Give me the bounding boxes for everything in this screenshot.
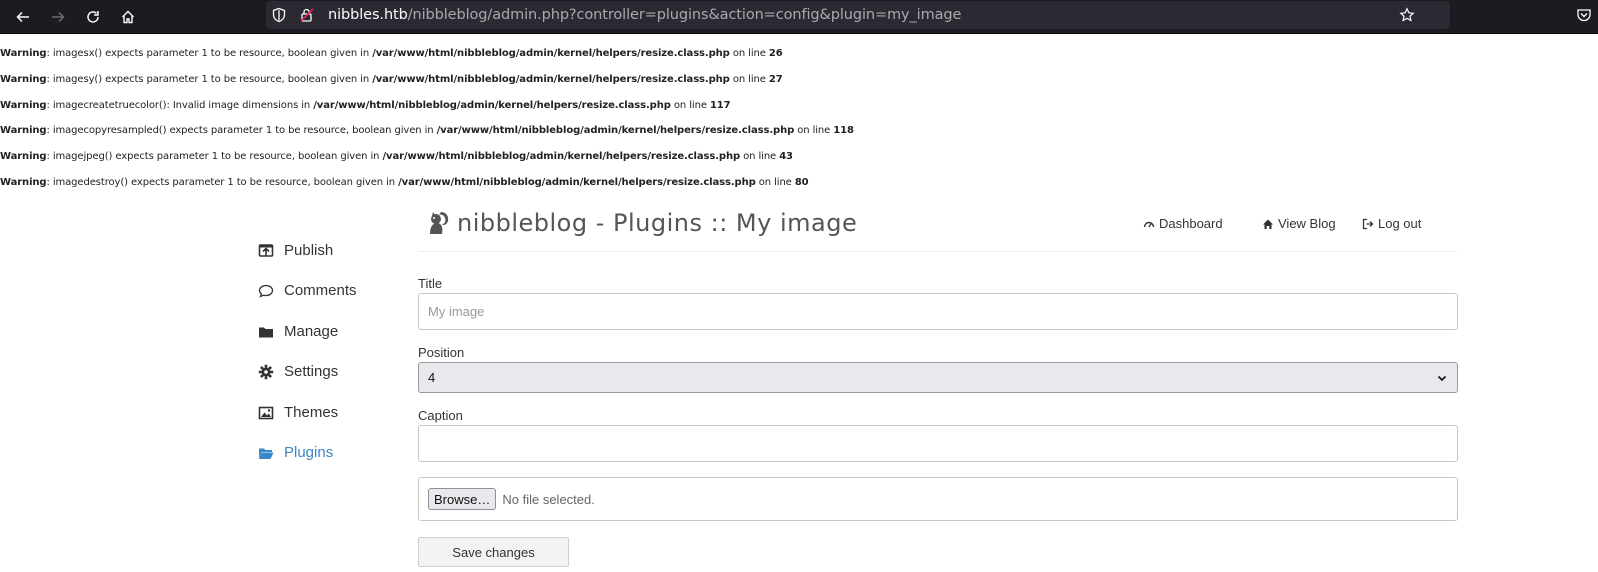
browse-button[interactable]: Browse… — [428, 488, 497, 510]
caption-input[interactable] — [419, 426, 1457, 461]
insecure-lock-icon[interactable] — [299, 7, 315, 23]
warning-message: : imagesy() expects parameter 1 to be re… — [46, 73, 373, 85]
caption-label: Caption — [418, 408, 463, 423]
url-path: /nibbleblog/admin.php?controller=plugins… — [407, 7, 962, 23]
page-header: nibbleblog - Plugins :: My image — [426, 206, 857, 240]
url-bar[interactable]: nibbles.htb/nibbleblog/admin.php?control… — [266, 1, 1450, 29]
sidebar-item-settings[interactable]: Settings — [258, 363, 338, 380]
folder-open-icon — [258, 445, 274, 461]
logout-link[interactable]: Log out — [1362, 216, 1421, 231]
warning-line-number: 117 — [709, 99, 731, 111]
warning-line-number: 80 — [794, 176, 809, 188]
sidebar-item-plugins[interactable]: Plugins — [258, 444, 333, 461]
dashboard-icon — [1143, 221, 1155, 227]
bookmark-star-icon[interactable] — [1399, 7, 1415, 23]
title-label: Title — [418, 276, 443, 291]
back-button[interactable] — [10, 4, 36, 30]
warning-line: Warning: imagedestroy() expects paramete… — [0, 177, 1598, 203]
sidebar-item-comments[interactable]: Comments — [258, 282, 357, 299]
browser-toolbar: nibbles.htb/nibbleblog/admin.php?control… — [0, 0, 1598, 34]
warning-label: Warning — [0, 73, 47, 85]
position-selected-value: 4 — [428, 370, 436, 385]
warning-online: on line — [740, 151, 780, 163]
warning-label: Warning — [0, 99, 47, 111]
warning-line-number: 118 — [833, 125, 854, 137]
warning-online: on line — [755, 176, 795, 188]
warning-message: : imagejpeg() expects parameter 1 to be … — [46, 151, 383, 163]
sidebar-item-label: Comments — [284, 282, 357, 299]
position-select[interactable]: 4 — [418, 362, 1458, 393]
warning-line: Warning: imagesy() expects parameter 1 t… — [0, 74, 1598, 100]
warning-line: Warning: imagecreatetruecolor(): Invalid… — [0, 100, 1598, 126]
caption-field[interactable] — [418, 425, 1458, 462]
warning-label: Warning — [0, 125, 47, 137]
gear-icon — [258, 364, 274, 380]
position-label: Position — [418, 345, 465, 360]
home-button[interactable] — [115, 4, 141, 30]
warning-line: Warning: imagejpeg() expects parameter 1… — [0, 151, 1598, 177]
image-icon — [258, 405, 274, 421]
page-title: nibbleblog - Plugins :: My image — [457, 209, 858, 237]
reload-icon — [87, 11, 99, 23]
warning-line: Warning: imagesx() expects parameter 1 t… — [0, 48, 1598, 74]
warning-line-number: 26 — [768, 48, 783, 59]
warning-line: Warning: imagecopyresampled() expects pa… — [0, 125, 1598, 151]
file-upload-field: Browse… No file selected. — [418, 477, 1458, 521]
dashboard-link[interactable]: Dashboard — [1143, 216, 1223, 231]
warning-message: : imagecreatetruecolor(): Invalid image … — [46, 99, 314, 111]
url-host: nibbles.htb — [328, 7, 408, 23]
reload-button[interactable] — [80, 4, 106, 30]
sidebar-item-label: Publish — [284, 242, 334, 259]
forward-button[interactable] — [45, 4, 71, 30]
sidebar-item-manage[interactable]: Manage — [258, 323, 338, 340]
file-status-text: No file selected. — [502, 491, 595, 507]
header-divider — [418, 251, 1457, 252]
url-text: nibbles.htb/nibbleblog/admin.php?control… — [328, 7, 961, 23]
view-blog-link[interactable]: View Blog — [1262, 216, 1336, 231]
folder-icon — [258, 324, 274, 340]
warning-file: /var/www/html/nibbleblog/admin/kernel/he… — [436, 125, 795, 137]
warning-file: /var/www/html/nibbleblog/admin/kernel/he… — [372, 48, 730, 59]
squirrel-logo-icon — [430, 212, 449, 234]
warning-online: on line — [794, 125, 834, 137]
dashboard-label: Dashboard — [1159, 216, 1223, 231]
warning-label: Warning — [0, 48, 47, 59]
view-blog-label: View Blog — [1278, 216, 1336, 231]
warning-online: on line — [670, 99, 710, 111]
sidebar-item-label: Plugins — [284, 444, 334, 461]
sidebar-item-themes[interactable]: Themes — [258, 404, 338, 421]
warning-label: Warning — [0, 176, 47, 188]
warning-message: : imagesx() expects parameter 1 to be re… — [46, 48, 373, 59]
sidebar-item-label: Settings — [284, 363, 339, 380]
sidebar-item-label: Manage — [284, 323, 339, 340]
comment-icon — [258, 283, 274, 299]
warning-online: on line — [729, 48, 769, 59]
shield-icon[interactable] — [271, 7, 287, 23]
php-warnings: Warning: imagesx() expects parameter 1 t… — [0, 48, 1598, 203]
warning-message: : imagecopyresampled() expects parameter… — [46, 125, 437, 137]
warning-file: /var/www/html/nibbleblog/admin/kernel/he… — [372, 73, 730, 85]
warning-file: /var/www/html/nibbleblog/admin/kernel/he… — [398, 176, 756, 188]
title-input[interactable] — [419, 294, 1457, 329]
save-changes-button[interactable]: Save changes — [418, 537, 569, 567]
logout-icon — [1362, 218, 1374, 229]
warning-file: /var/www/html/nibbleblog/admin/kernel/he… — [313, 99, 671, 111]
forward-arrow-icon — [52, 11, 65, 23]
warning-label: Warning — [0, 151, 47, 163]
warning-message: : imagedestroy() expects parameter 1 to … — [46, 176, 399, 188]
publish-icon — [258, 243, 274, 259]
chevron-down-icon — [1437, 375, 1447, 381]
warning-online: on line — [729, 73, 769, 85]
back-arrow-icon — [16, 11, 29, 23]
sidebar-item-publish[interactable]: Publish — [258, 242, 333, 259]
sidebar-item-label: Themes — [284, 404, 339, 421]
home-icon — [122, 10, 134, 24]
home-icon — [1263, 219, 1273, 229]
pocket-shield-icon[interactable] — [1576, 7, 1592, 23]
warning-line-number: 27 — [768, 73, 783, 85]
warning-file: /var/www/html/nibbleblog/admin/kernel/he… — [382, 151, 741, 163]
title-field[interactable] — [418, 293, 1458, 330]
warning-line-number: 43 — [779, 151, 793, 163]
logout-label: Log out — [1378, 216, 1422, 231]
